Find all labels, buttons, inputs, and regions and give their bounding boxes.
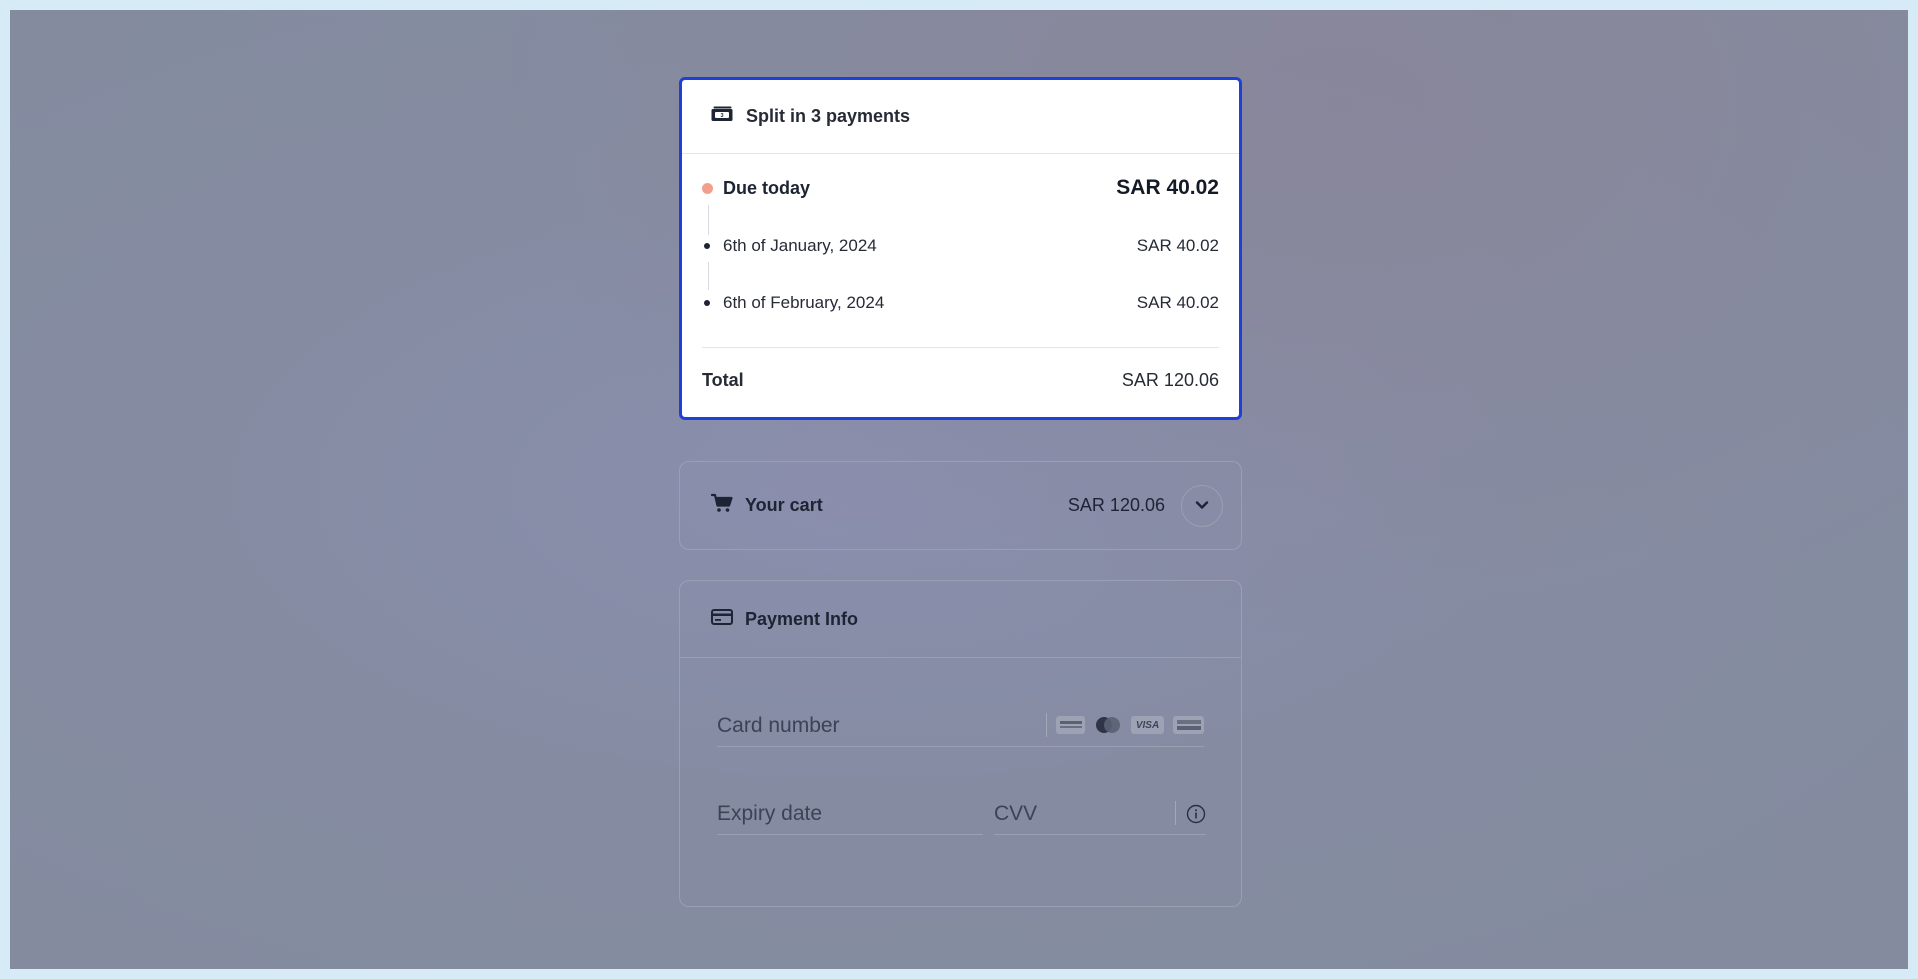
field-divider <box>1046 713 1047 737</box>
total-row: Total SAR 120.06 <box>702 370 1219 391</box>
due-label: Due today <box>723 177 811 198</box>
total-amount: SAR 120.06 <box>1121 370 1219 390</box>
total-label: Total <box>702 370 744 390</box>
total-divider <box>702 347 1219 348</box>
schedule-row: 6th of February, 2024 SAR 40.02 <box>702 293 1219 313</box>
amex-icon <box>1173 716 1204 734</box>
due-amount: SAR 40.02 <box>1116 176 1219 199</box>
expiry-date-field[interactable] <box>717 793 983 835</box>
schedule-row-due: Due today SAR 40.02 <box>702 176 1219 200</box>
cart-title: Your cart <box>745 495 823 515</box>
card-number-field[interactable]: VISA <box>717 705 1204 747</box>
visa-icon: VISA <box>1131 716 1164 734</box>
expiry-date-input[interactable] <box>717 793 983 834</box>
cvv-field[interactable] <box>994 793 1206 835</box>
chevron-down-icon <box>1195 497 1209 515</box>
svg-text:3: 3 <box>720 113 723 119</box>
due-dot-icon <box>702 182 713 194</box>
timeline-line <box>708 205 709 235</box>
timeline-line <box>708 262 709 290</box>
info-icon[interactable] <box>1186 804 1206 829</box>
page-overlay: 3 Split in 3 payments Due today SAR 40.0… <box>10 10 1908 969</box>
cart-icon <box>710 493 733 518</box>
cart-amount: SAR 120.06 <box>1067 495 1165 515</box>
installment-amount: SAR 40.02 <box>1136 236 1219 255</box>
split-title: Split in 3 payments <box>746 106 911 126</box>
installment-date: 6th of February, 2024 <box>723 293 885 312</box>
bullet-icon <box>704 300 710 306</box>
field-divider <box>1175 801 1176 825</box>
schedule-row: 6th of January, 2024 SAR 40.02 <box>702 236 1219 256</box>
cart-expand-button[interactable] <box>1181 484 1223 527</box>
credit-card-icon <box>711 608 733 630</box>
split-header: 3 Split in 3 payments <box>682 80 1239 154</box>
installment-amount: SAR 40.02 <box>1136 293 1219 312</box>
mada-icon <box>1056 716 1085 734</box>
mastercard-icon <box>1094 716 1122 734</box>
installment-date: 6th of January, 2024 <box>723 236 877 255</box>
cvv-input[interactable] <box>994 793 1164 834</box>
split-payments-card: 3 Split in 3 payments Due today SAR 40.0… <box>679 77 1242 420</box>
cash-icon: 3 <box>711 106 733 127</box>
cart-card[interactable]: Your cart SAR 120.06 <box>679 461 1242 550</box>
payment-header: Payment Info <box>680 581 1241 658</box>
card-brands: VISA <box>1056 716 1204 734</box>
card-number-input[interactable] <box>717 705 1037 746</box>
payment-info-card: Payment Info VISA <box>679 580 1242 907</box>
bullet-icon <box>704 243 710 249</box>
payment-title: Payment Info <box>745 608 859 629</box>
